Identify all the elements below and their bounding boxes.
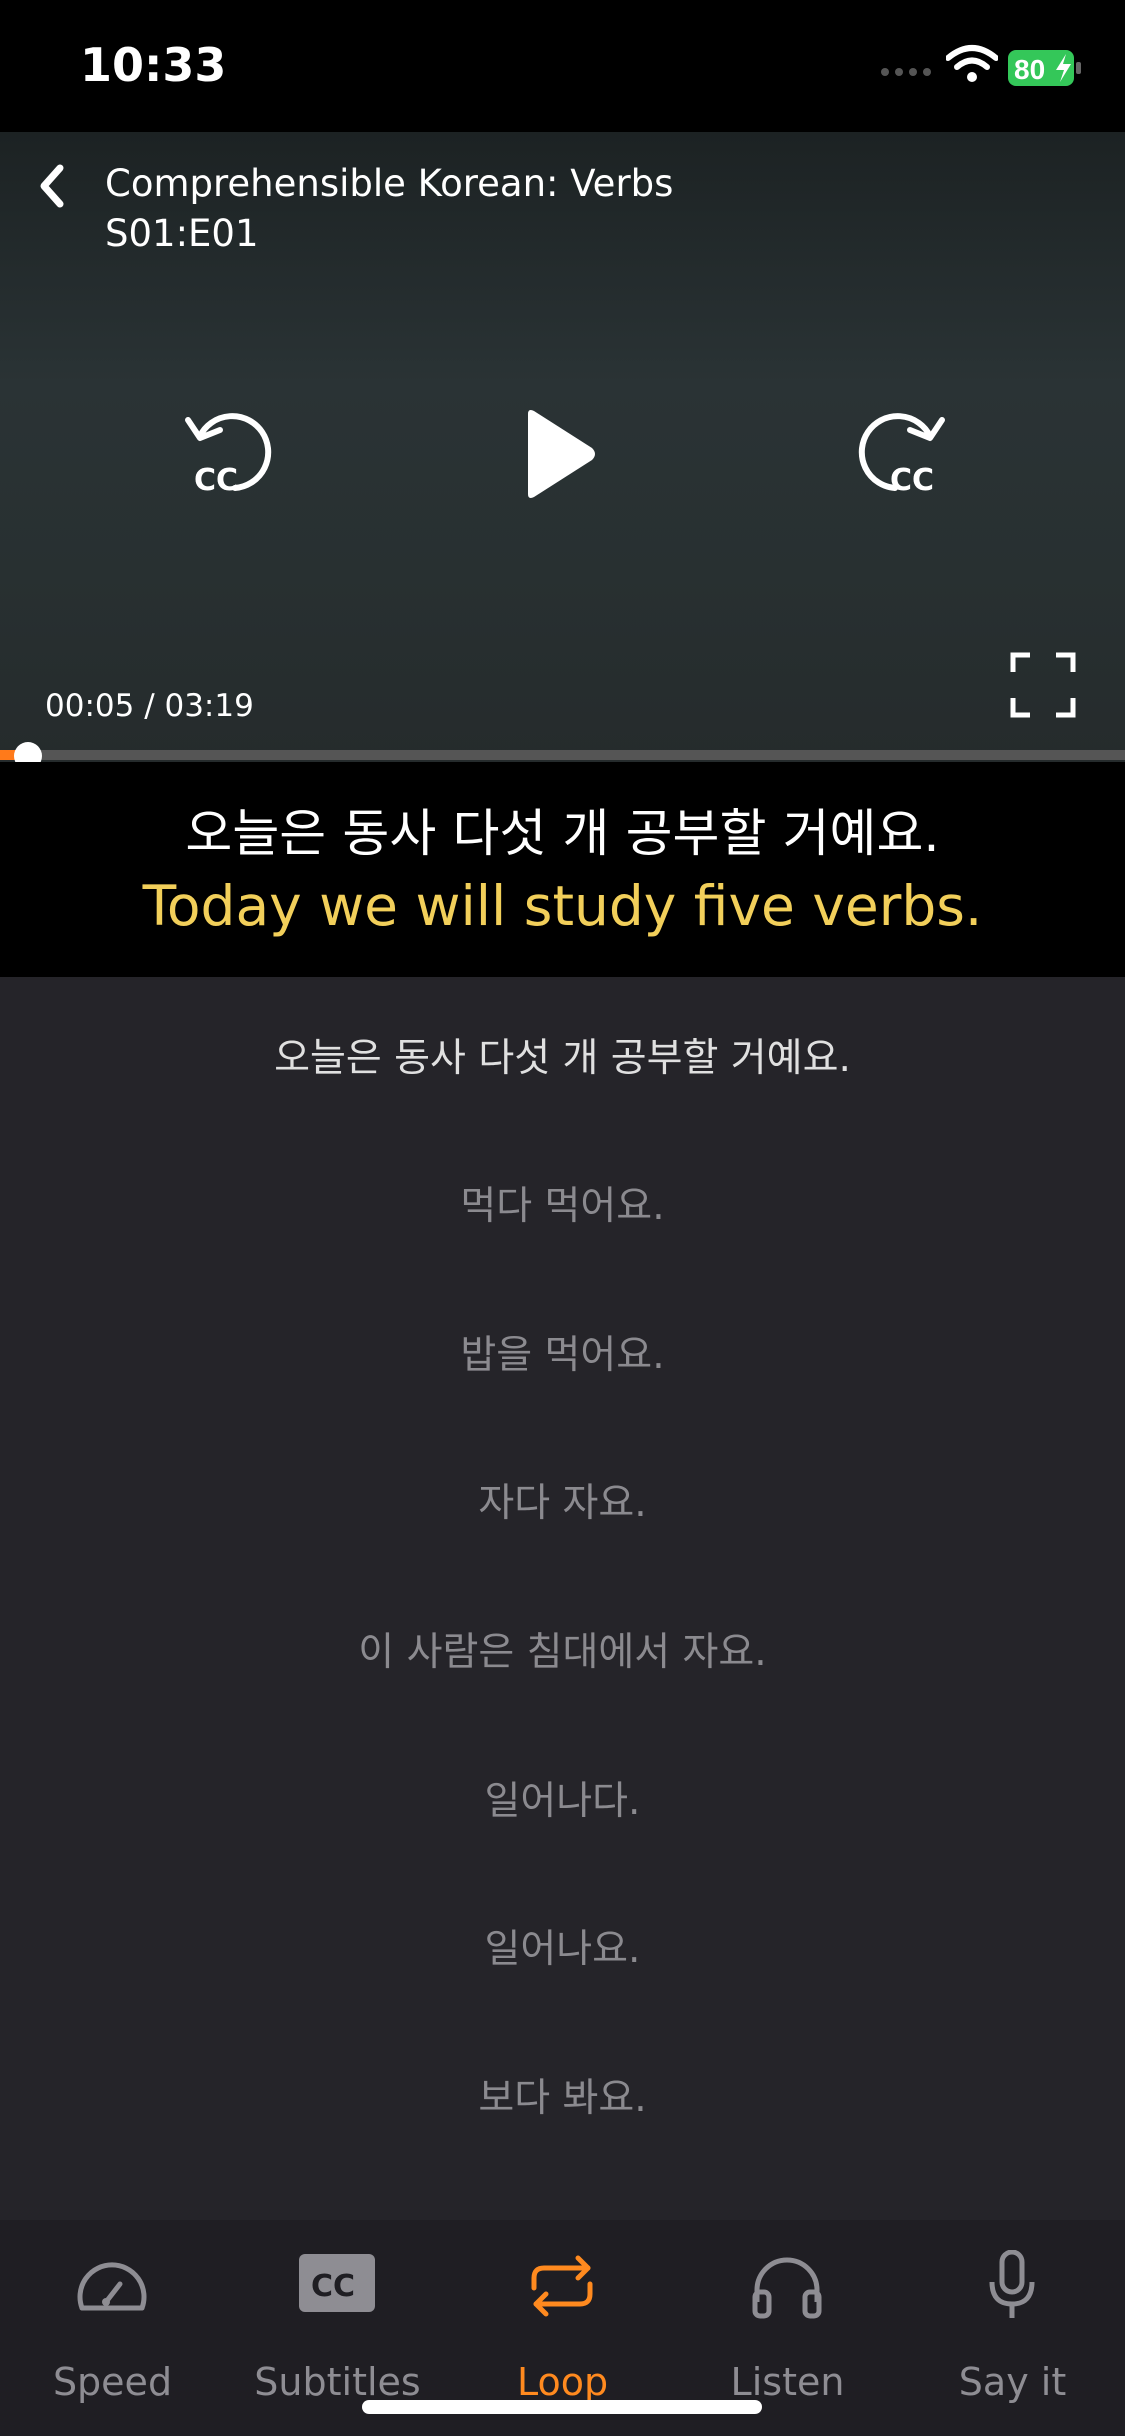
back-button[interactable] xyxy=(28,156,78,216)
transcript-line[interactable]: 먹다 먹어요. xyxy=(0,1175,1125,1231)
transcript-line[interactable]: 보다 봐요. xyxy=(0,2067,1125,2123)
status-bar: 10:33 80 xyxy=(0,0,1125,132)
headphones-icon xyxy=(752,2257,822,2319)
tab-label: Speed xyxy=(52,2360,173,2404)
svg-text:CC: CC xyxy=(311,2269,355,2304)
progress-bar[interactable] xyxy=(0,750,1125,760)
transcript-line[interactable]: 밥을 먹어요. xyxy=(0,1324,1125,1380)
video-player[interactable]: Comprehensible Korean: Verbs S01:E01 CC … xyxy=(0,132,1125,762)
video-title: Comprehensible Korean: Verbs xyxy=(105,162,674,205)
wifi-icon xyxy=(946,45,998,82)
transcript-line[interactable]: 자다 자요. xyxy=(0,1472,1125,1528)
svg-text:CC: CC xyxy=(890,463,934,498)
transcript-line[interactable]: 이 사람은 침대에서 자요. xyxy=(0,1621,1125,1677)
transcript-line[interactable]: 오늘은 동사 다섯 개 공부할 거예요. xyxy=(0,1027,1125,1083)
tab-label: Loop xyxy=(516,2360,609,2404)
tab-label: Listen xyxy=(730,2360,845,2404)
subtitle-panel: 오늘은 동사 다섯 개 공부할 거예요. Today we will study… xyxy=(0,762,1125,977)
previous-subtitle-button[interactable]: CC xyxy=(180,402,290,502)
signal-icon xyxy=(881,68,931,76)
subtitle-korean[interactable]: 오늘은 동사 다섯 개 공부할 거예요. xyxy=(0,792,1125,866)
episode-label: S01:E01 xyxy=(105,212,259,255)
tab-loop[interactable]: Loop xyxy=(450,2250,675,2410)
next-subtitle-button[interactable]: CC xyxy=(840,402,950,502)
tab-say-it[interactable]: Say it xyxy=(900,2250,1125,2410)
tab-label: Say it xyxy=(958,2360,1067,2404)
speedometer-icon xyxy=(77,2262,147,2311)
svg-text:CC: CC xyxy=(194,463,238,498)
cc-icon: CC xyxy=(299,2254,375,2312)
battery-level: 80 xyxy=(1014,54,1045,85)
home-indicator xyxy=(362,2400,762,2414)
tab-subtitles[interactable]: CC Subtitles xyxy=(225,2250,450,2410)
tab-listen[interactable]: Listen xyxy=(675,2250,900,2410)
fullscreen-button[interactable] xyxy=(1010,652,1076,718)
microphone-icon xyxy=(989,2250,1035,2318)
tab-speed[interactable]: Speed xyxy=(0,2250,225,2410)
battery-icon: 80 xyxy=(1008,50,1081,86)
playback-time: 00:05 / 03:19 xyxy=(45,688,254,724)
transcript-line[interactable]: 일어나다. xyxy=(0,1770,1125,1826)
transcript-line[interactable]: 일어나요. xyxy=(0,1918,1125,1974)
loop-icon xyxy=(531,2255,593,2317)
subtitle-english[interactable]: Today we will study five verbs. xyxy=(0,874,1125,938)
play-button[interactable] xyxy=(520,404,600,504)
status-time: 10:33 xyxy=(80,38,227,92)
tab-label: Subtitles xyxy=(254,2360,421,2404)
